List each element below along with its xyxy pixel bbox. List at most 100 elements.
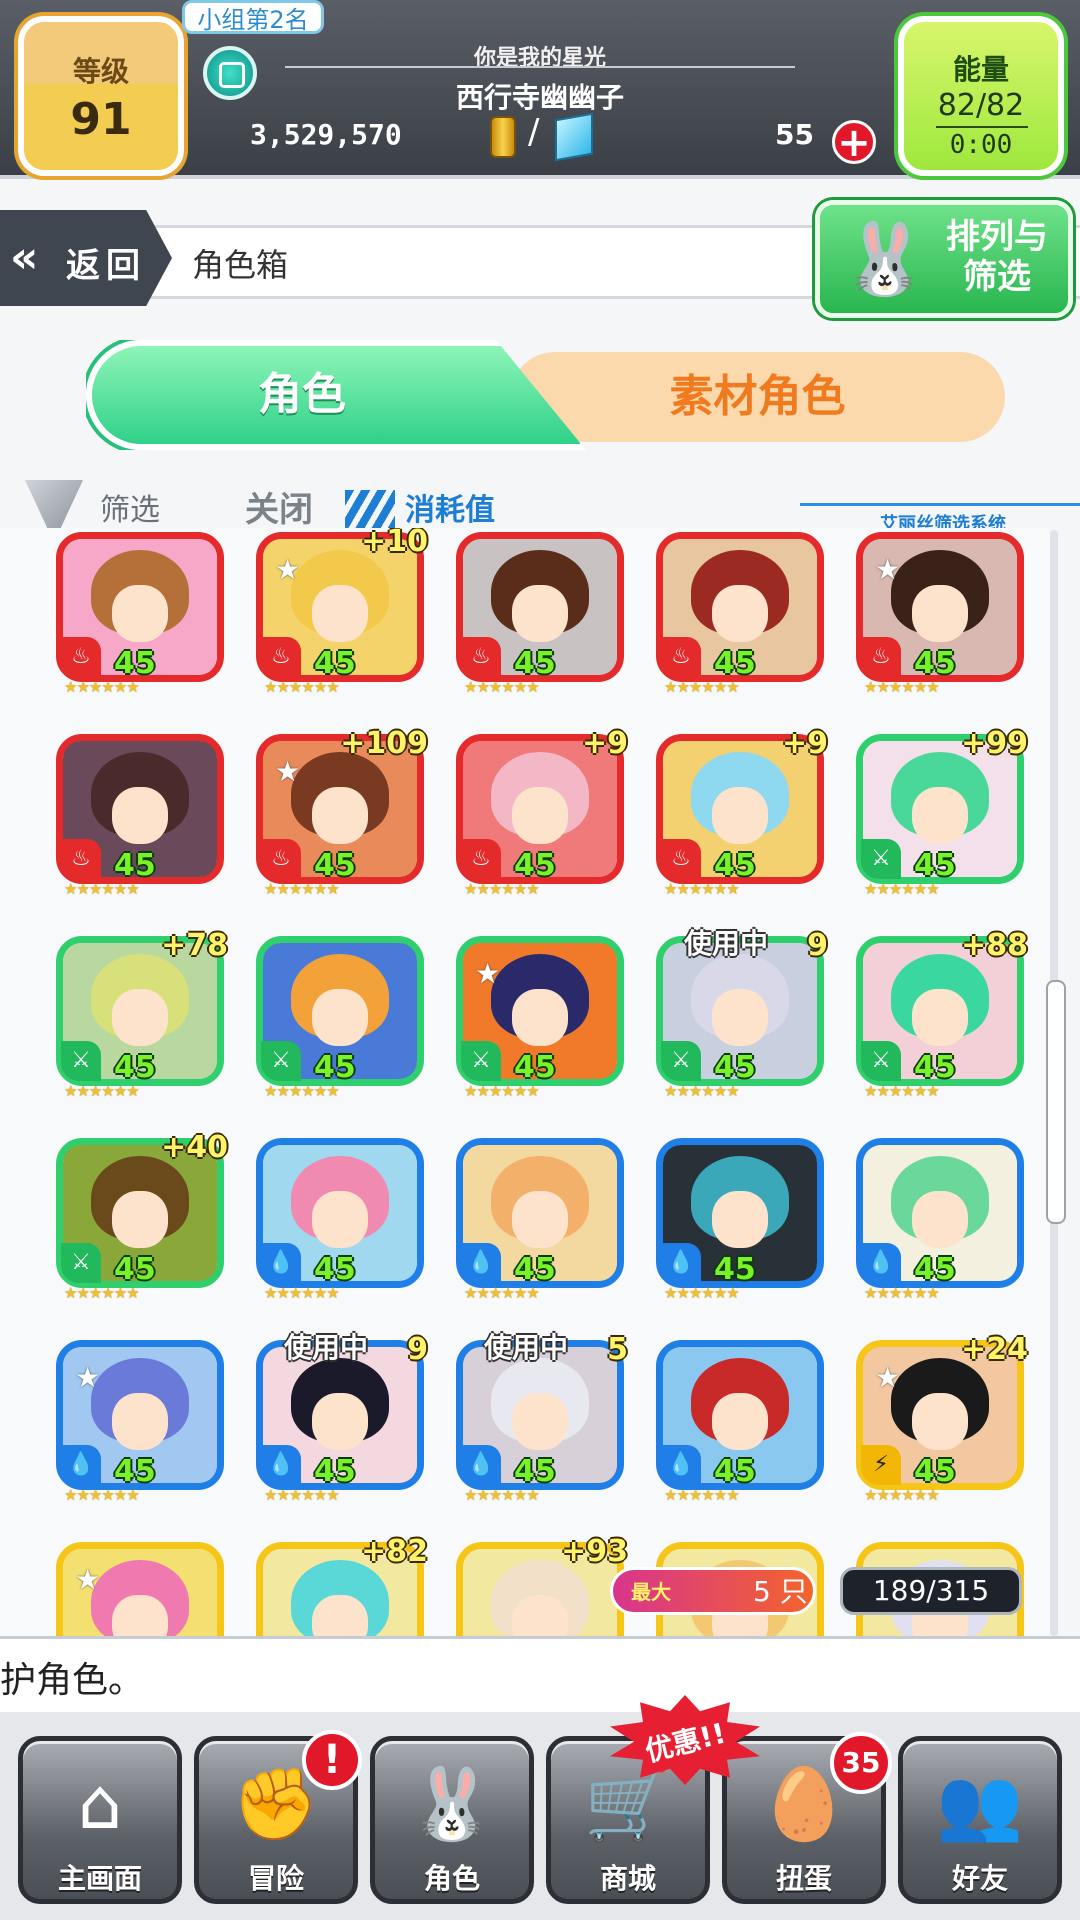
character-level: 45 — [914, 1252, 956, 1287]
nav-label: 扭蛋 — [775, 1862, 832, 1895]
nav-friends-button[interactable]: 👥 好友 — [898, 1736, 1062, 1904]
rarity-stars: ★★★★★★ — [864, 678, 940, 696]
character-level: 45 — [714, 646, 756, 681]
nav-label: 角色 — [423, 1862, 480, 1895]
art-face — [512, 1191, 568, 1249]
character-card[interactable]: ♨ ★ +10 45 ★★★★★★ — [256, 528, 428, 698]
tab-material-characters[interactable]: 素材角色 — [510, 352, 1005, 442]
energy-panel[interactable]: 能量 82/82 0:00 — [898, 16, 1064, 176]
character-card[interactable]: 💧 45 ★★★★★★ — [856, 1128, 1024, 1304]
star-icon: ★ — [75, 1563, 101, 1596]
rarity-stars: ★★★★★★ — [464, 1486, 540, 1504]
character-card[interactable]: ⚔ +40 45 ★★★★★★ — [56, 1128, 228, 1304]
filter-label[interactable]: 筛选 — [100, 485, 160, 529]
info-bar: 护角色。 — [0, 1636, 1080, 1716]
fire-element-icon: ♨ — [461, 637, 501, 677]
home-icon: ⌂ — [77, 1763, 123, 1845]
bonus-value: +93 — [561, 1534, 628, 1569]
nav-home-button[interactable]: ⌂ 主画面 — [18, 1736, 182, 1904]
character-card[interactable]: ⚡+82 — [256, 1532, 428, 1636]
water-element-icon: 💧 — [261, 1445, 301, 1485]
art-face — [912, 585, 968, 643]
water-element-icon: 💧 — [861, 1243, 901, 1283]
character-card[interactable]: ⚡ ★ +24 45 ★★★★★★ — [856, 1330, 1028, 1506]
character-card[interactable]: ♨ 45 ★★★★★★ — [456, 528, 624, 698]
rabbit-icon: 🐰 — [841, 218, 929, 300]
water-element-icon: 💧 — [661, 1243, 701, 1283]
filter-icon[interactable] — [25, 480, 83, 530]
max-select-badge: 最大 5 只 — [610, 1567, 816, 1615]
coin-count: 3,529,570 — [250, 118, 402, 151]
character-card[interactable]: ⚔ 9 使用中 45 ★★★★★★ — [656, 926, 828, 1102]
level-panel[interactable]: 等级 91 — [18, 16, 184, 176]
rarity-stars: ★★★★★★ — [264, 1284, 340, 1302]
character-level: 45 — [714, 1252, 756, 1287]
sort-key-label[interactable]: 消耗值 — [405, 485, 495, 529]
bonus-value: +88 — [961, 928, 1028, 963]
sort-filter-button[interactable]: 🐰 排列与筛选 — [815, 200, 1073, 318]
character-card[interactable]: ⚔ +78 45 ★★★★★★ — [56, 926, 228, 1102]
character-card[interactable]: ⚔ +99 45 ★★★★★★ — [856, 724, 1028, 900]
bonus-value: +9 — [781, 726, 828, 761]
character-portrait: ⚡★ — [56, 1542, 224, 1636]
character-level: 45 — [314, 1454, 356, 1489]
character-card[interactable]: ♨ 45 ★★★★★★ — [656, 528, 824, 698]
character-card[interactable]: ⚔ ★ 45 ★★★★★★ — [456, 926, 624, 1102]
message-button[interactable] — [203, 46, 257, 100]
character-level: 45 — [114, 1050, 156, 1085]
tab-bar: 素材角色 角色 — [80, 340, 1005, 450]
water-element-icon: 💧 — [461, 1445, 501, 1485]
character-card[interactable]: ⚔ +88 45 ★★★★★★ — [856, 926, 1028, 1102]
water-element-icon: 💧 — [261, 1243, 301, 1283]
bonus-value: +24 — [961, 1332, 1028, 1367]
character-card[interactable]: 💧 5 使用中 45 ★★★★★★ — [456, 1330, 628, 1506]
character-card[interactable]: ♨ +9 45 ★★★★★★ — [656, 724, 828, 900]
art-face — [312, 1595, 368, 1636]
page-title: 角色箱 — [192, 246, 289, 284]
art-face — [712, 989, 768, 1047]
bonus-value: +78 — [161, 928, 228, 963]
art-face — [912, 1191, 968, 1249]
gacha-count-badge: 35 — [830, 1732, 892, 1794]
character-card[interactable]: 💧 45 ★★★★★★ — [656, 1128, 824, 1304]
character-card[interactable]: 💧 45 ★★★★★★ — [256, 1128, 424, 1304]
sort-filter-label: 排列与筛选 — [946, 217, 1048, 297]
gem-count: 55 — [775, 118, 814, 151]
character-card[interactable]: 💧 45 ★★★★★★ — [456, 1128, 624, 1304]
fire-element-icon: ♨ — [61, 637, 101, 677]
wood-element-icon: ⚔ — [61, 1041, 101, 1081]
character-card[interactable]: ⚡★ — [56, 1532, 224, 1636]
character-card[interactable]: ♨ 45 ★★★★★★ — [56, 724, 224, 900]
art-face — [712, 585, 768, 643]
info-text: 护角色。 — [0, 1660, 145, 1701]
filter-status[interactable]: 关闭 — [245, 482, 313, 531]
nav-label: 商城 — [599, 1862, 656, 1895]
character-card[interactable]: ⚔ 45 ★★★★★★ — [256, 926, 424, 1102]
in-use-label: 使用中 — [484, 1331, 569, 1364]
character-level: 45 — [314, 646, 356, 681]
star-icon: ★ — [75, 1361, 101, 1394]
bottom-nav: ⌂ 主画面 ✊ 冒险 🐰 角色 🛒 商城 🥚 扭蛋 👥 好友 — [0, 1712, 1080, 1920]
character-card[interactable]: ♨ 45 ★★★★★★ — [56, 528, 224, 698]
bonus-value: 5 — [607, 1332, 628, 1367]
box-count: 189/315 — [872, 1574, 990, 1607]
rarity-stars: ★★★★★★ — [264, 1486, 340, 1504]
character-card[interactable]: ⚡+93 — [456, 1532, 628, 1636]
character-card[interactable]: ♨ +9 45 ★★★★★★ — [456, 724, 628, 900]
nav-label: 主画面 — [57, 1862, 142, 1895]
art-face — [312, 989, 368, 1047]
fire-element-icon: ♨ — [261, 637, 301, 677]
character-card[interactable]: ♨ ★ +109 45 ★★★★★★ — [256, 724, 428, 900]
rabbit-icon: 🐰 — [408, 1763, 496, 1845]
character-level: 45 — [514, 848, 556, 883]
character-card[interactable]: 💧 9 使用中 45 ★★★★★★ — [256, 1330, 428, 1506]
energy-value: 82/82 — [937, 88, 1025, 123]
character-card[interactable]: 💧 45 ★★★★★★ — [656, 1330, 824, 1506]
character-card[interactable]: ♨ ★ 45 ★★★★★★ — [856, 528, 1024, 698]
scrollbar-thumb[interactable] — [1046, 980, 1066, 1224]
add-gems-button[interactable]: + — [832, 120, 876, 164]
character-card[interactable]: 💧 ★ 45 ★★★★★★ — [56, 1330, 224, 1506]
player-name[interactable]: 西行寺幽幽子 — [285, 76, 795, 116]
friends-icon: 👥 — [936, 1763, 1024, 1845]
nav-characters-button[interactable]: 🐰 角色 — [370, 1736, 534, 1904]
